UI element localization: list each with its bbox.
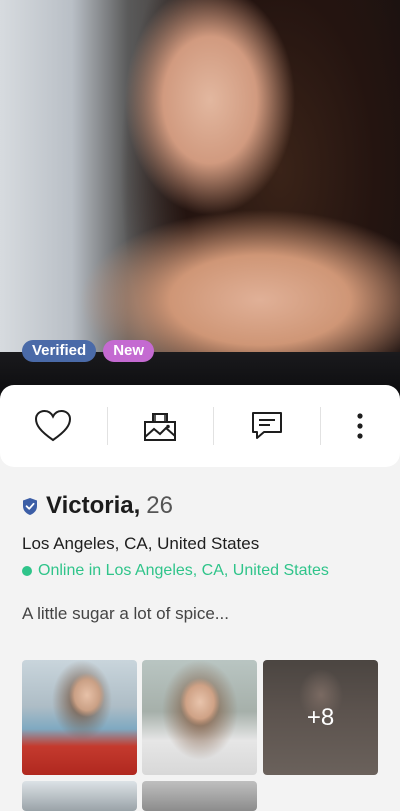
more-vertical-icon — [357, 413, 363, 439]
more-photos-count: +8 — [306, 703, 335, 731]
heart-icon — [35, 409, 72, 442]
online-status: Online in Los Angeles, CA, United States — [22, 562, 382, 580]
photo-request-icon — [144, 413, 176, 441]
profile-age: 26 — [146, 492, 173, 519]
gallery-thumb[interactable] — [22, 781, 137, 811]
name-row: Victoria, 26 — [22, 490, 382, 522]
message-button[interactable] — [213, 385, 320, 467]
gallery-thumb[interactable] — [22, 660, 137, 775]
online-dot-icon — [22, 566, 32, 576]
new-badge: New — [103, 340, 155, 362]
profile-badges: Verified New — [22, 340, 155, 362]
online-status-text: Online in Los Angeles, CA, United States — [38, 562, 329, 579]
gallery-thumb[interactable] — [142, 781, 257, 811]
gallery-thumb-more[interactable]: +8 — [263, 660, 378, 775]
profile-main-photo[interactable]: Verified New — [0, 0, 400, 400]
profile-bio: A little sugar a lot of spice... — [22, 604, 229, 623]
more-options-button[interactable] — [320, 385, 400, 467]
verified-badge: Verified — [22, 340, 97, 362]
verified-shield-icon — [23, 497, 37, 515]
like-button[interactable] — [0, 385, 107, 467]
request-photos-button[interactable] — [106, 385, 214, 467]
profile-location: Los Angeles, CA, United States — [22, 534, 260, 553]
gallery-thumb[interactable] — [142, 660, 257, 775]
chat-icon — [251, 412, 282, 439]
profile-name: Victoria, — [46, 492, 141, 519]
profile-info: Victoria, 26 Los Angeles, CA, United Sta… — [22, 490, 382, 624]
profile-action-bar — [0, 385, 400, 467]
